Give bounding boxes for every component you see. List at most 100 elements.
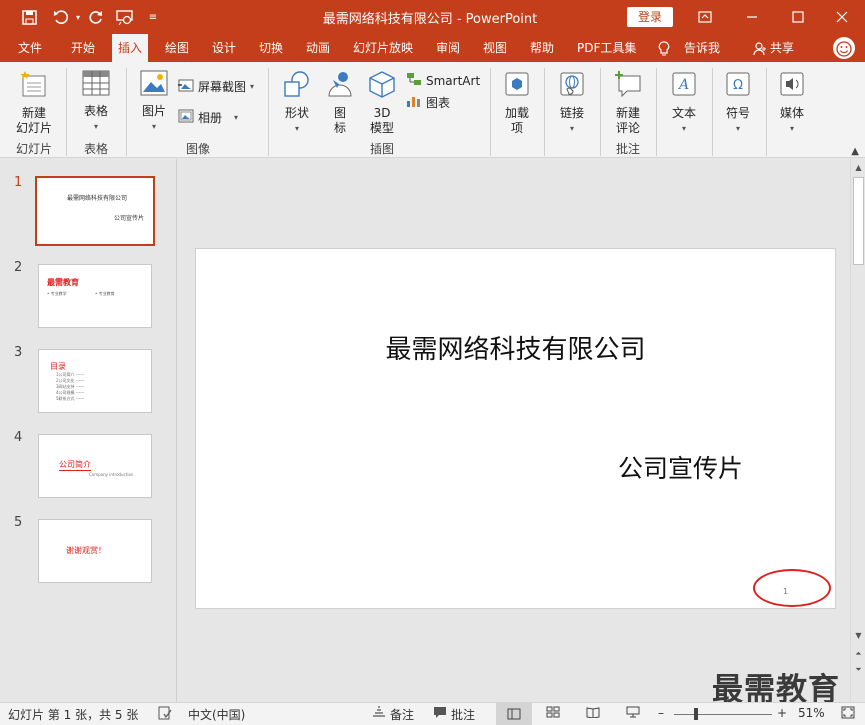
smartart-button[interactable]: SmartArt	[406, 72, 480, 89]
shapes-button[interactable]: 形状 ▾	[276, 70, 318, 136]
login-button[interactable]: 登录	[627, 7, 673, 27]
speaker-icon	[770, 70, 814, 102]
previous-slide-icon[interactable]: ⏶	[851, 649, 865, 659]
maximize-icon[interactable]	[783, 4, 813, 30]
scrollbar-thumb[interactable]	[853, 177, 864, 265]
group-divider	[712, 68, 713, 156]
spelling-check-icon[interactable]	[158, 706, 172, 723]
thumbnail-title: 最需教育	[47, 278, 79, 287]
photo-album-label: 相册	[198, 111, 223, 125]
group-divider	[66, 68, 67, 156]
next-slide-icon[interactable]: ⏷	[851, 665, 865, 675]
language-status[interactable]: 中文(中国)	[188, 706, 245, 723]
notes-icon[interactable]	[372, 706, 386, 721]
thumbnail-number: 1	[14, 175, 23, 190]
slide-thumbnail-1[interactable]: 最需网络科技有限公司 公司宣传片	[35, 176, 155, 246]
slide-canvas[interactable]: 最需网络科技有限公司 公司宣传片 1	[195, 248, 836, 609]
ribbon-tabs: 文件 开始 插入 绘图 设计 切换 动画 幻灯片放映 审阅 视图 帮助 PDF工…	[0, 34, 865, 62]
table-label: 表格	[83, 104, 108, 118]
slide-thumbnail-4[interactable]: 公司简介 Company introduction	[38, 434, 152, 498]
tab-insert[interactable]: 插入	[112, 34, 149, 62]
icons-button[interactable]: 图 标	[322, 70, 358, 136]
redo-icon[interactable]	[84, 6, 106, 28]
chevron-down-icon: ▾	[151, 122, 156, 131]
addins-label: 加载 项	[504, 106, 529, 135]
new-comment-button[interactable]: 新建 评论	[606, 70, 650, 136]
group-label-comments: 批注	[615, 142, 640, 156]
3d-models-button[interactable]: 3D 模型	[362, 70, 402, 136]
reading-view-icon[interactable]	[586, 706, 600, 721]
comments-button[interactable]: 批注	[451, 706, 475, 723]
status-bar: 幻灯片 第 1 张，共 5 张 中文(中国) 备注 批注 – + 51%	[0, 702, 865, 725]
tab-file[interactable]: 文件	[18, 34, 42, 62]
slide-thumbnail-5[interactable]: 谢谢观赏！	[38, 519, 152, 583]
vertical-scrollbar[interactable]: ▲ ▼ ⏶ ⏷	[850, 159, 865, 702]
link-icon	[550, 70, 594, 102]
screenshot-label: 屏幕截图	[198, 80, 247, 94]
chart-button[interactable]: 图表	[406, 94, 450, 111]
fit-to-window-icon[interactable]	[841, 706, 855, 722]
scroll-down-icon[interactable]: ▼	[851, 631, 865, 640]
normal-view-icon[interactable]	[496, 703, 532, 725]
slideshow-view-icon[interactable]	[626, 706, 640, 721]
ribbon-display-options-icon[interactable]	[690, 4, 720, 30]
text-icon: A	[662, 70, 706, 102]
slideshow-start-icon[interactable]	[113, 6, 135, 28]
zoom-out-icon[interactable]: –	[658, 706, 664, 720]
3d-models-label: 3D 模型	[369, 106, 394, 135]
screenshot-button[interactable]: 屏幕截图 ▾	[178, 78, 254, 95]
group-label-illustrations: 插图	[369, 142, 394, 156]
scroll-up-icon[interactable]: ▲	[851, 163, 865, 172]
close-icon[interactable]	[827, 4, 857, 30]
slide-subtitle[interactable]: 公司宣传片	[618, 449, 743, 485]
tab-animations[interactable]: 动画	[306, 34, 330, 62]
chevron-down-icon: ▾	[569, 124, 574, 133]
group-label-images: 图像	[185, 142, 210, 156]
addins-button[interactable]: 加载 项	[496, 70, 538, 136]
slide-thumbnail-3[interactable]: 目录 1公司简介 ------ 2公司文化 ------ 3网站支持 -----…	[38, 349, 152, 413]
picture-button[interactable]: 图片 ▾	[134, 70, 174, 134]
slide-title[interactable]: 最需网络科技有限公司	[196, 329, 835, 366]
comments-icon[interactable]	[433, 706, 447, 722]
tab-draw[interactable]: 绘图	[165, 34, 189, 62]
tab-home[interactable]: 开始	[71, 34, 95, 62]
zoom-level[interactable]: 51%	[798, 706, 825, 720]
slide-sorter-icon[interactable]	[546, 706, 560, 721]
tab-help[interactable]: 帮助	[530, 34, 554, 62]
thumbnail-number: 5	[14, 515, 23, 530]
tab-slideshow[interactable]: 幻灯片放映	[353, 34, 413, 62]
tab-design[interactable]: 设计	[212, 34, 236, 62]
thumbnail-number: 2	[14, 260, 23, 275]
photo-album-button[interactable]: 相册 ▾	[178, 109, 238, 126]
zoom-slider-handle[interactable]	[694, 708, 698, 720]
zoom-slider[interactable]	[674, 714, 772, 715]
tab-transitions[interactable]: 切换	[259, 34, 283, 62]
lightbulb-icon	[658, 34, 670, 62]
collapse-ribbon-icon[interactable]: ▲	[851, 146, 859, 157]
slide-thumbnail-2[interactable]: 最需教育 • 专业教学 • 专业教育	[38, 264, 152, 328]
tab-view[interactable]: 视图	[483, 34, 507, 62]
table-button[interactable]: 表格 ▾	[72, 70, 120, 134]
group-divider	[126, 68, 127, 156]
link-button[interactable]: 链接 ▾	[550, 70, 594, 136]
customize-toolbar-icon[interactable]: ≡	[142, 6, 164, 28]
notes-button[interactable]: 备注	[390, 706, 414, 723]
media-button[interactable]: 媒体 ▾	[770, 70, 814, 136]
icons-icon	[322, 70, 358, 102]
shapes-label: 形状	[284, 106, 309, 120]
share-person-icon[interactable]	[753, 34, 767, 62]
minimize-icon[interactable]	[737, 4, 767, 30]
tab-pdf-tools[interactable]: PDF工具集	[577, 34, 636, 62]
zoom-in-icon[interactable]: +	[777, 706, 787, 720]
share-button[interactable]: 共享	[770, 34, 794, 62]
symbols-button[interactable]: Ω 符号 ▾	[716, 70, 760, 136]
text-button[interactable]: A 文本 ▾	[662, 70, 706, 136]
save-icon[interactable]	[18, 6, 40, 28]
group-divider	[490, 68, 491, 156]
document-title: 最需网络科技有限公司 - PowerPoint	[322, 12, 538, 27]
thumbnail-item: • 专业教学	[47, 291, 67, 296]
new-slide-button[interactable]: 新建 幻灯片	[8, 70, 60, 136]
tell-me-search[interactable]: 告诉我	[684, 34, 720, 62]
tab-review[interactable]: 审阅	[436, 34, 460, 62]
feedback-smiley-icon[interactable]	[833, 37, 855, 59]
